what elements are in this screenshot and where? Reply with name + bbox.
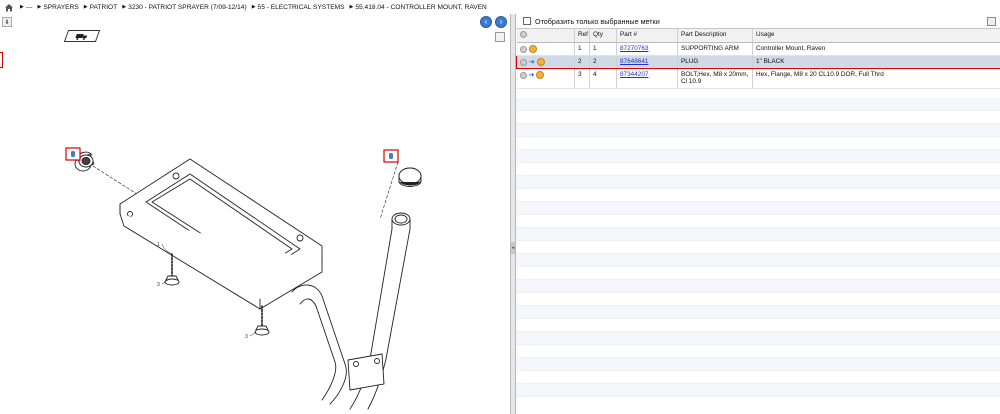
column-header-part[interactable]: Part # [616,29,678,43]
breadcrumb-arrow-icon: ▶ [37,4,42,10]
table-header-row: Ref Qty Part # Part Description Usage [516,29,1000,43]
home-icon[interactable] [4,3,14,12]
row-actions [516,42,575,56]
row-actions: ➜ [516,55,575,69]
empty-row [516,319,1000,332]
row-ref: 2 [574,55,590,69]
settings-circle-icon[interactable] [519,31,527,38]
empty-row [516,111,1000,124]
highlight-marker-icon[interactable] [383,149,399,163]
info-circle-icon[interactable] [520,58,527,66]
table-row-selected[interactable]: ➜ 2 2 87648641 PLUG 1" BLACK [516,55,1000,69]
favorite-icon[interactable] [536,58,545,66]
empty-row [516,202,1000,215]
show-selected-checkbox[interactable] [523,17,531,25]
empty-row [516,371,1000,384]
breadcrumb-arrow-icon: ▶ [20,4,24,10]
column-header-description[interactable]: Part Description [677,29,753,43]
row-qty: 4 [589,68,617,89]
parts-list-pane: Отобразить только выбранные метки Ref Qt… [516,14,1000,414]
bolt-part[interactable] [254,305,270,336]
collapse-handle-icon[interactable]: ◂ [511,242,515,254]
empty-row [516,358,1000,371]
breadcrumb-item[interactable]: ▶ --- [20,4,32,11]
empty-rows-area [516,98,1000,397]
plug-part[interactable] [398,167,422,187]
row-description: PLUG [677,55,753,69]
column-header-ref[interactable]: Ref [574,29,590,43]
breadcrumb-item[interactable]: ▶ SPRAYERS [37,4,78,11]
callout-label[interactable]: 3 [157,282,160,288]
highlight-marker-icon[interactable] [65,147,81,161]
column-header-qty[interactable]: Qty [589,29,617,43]
breadcrumb-item[interactable]: ▶ 55.418.04 - CONTROLLER MOUNT, RAVEN [350,4,487,11]
empty-row [516,345,1000,358]
filter-bar: Отобразить только выбранные метки [516,14,1000,29]
part-number-link[interactable]: 87270763 [620,45,648,52]
empty-row [516,150,1000,163]
callout-label[interactable]: 1 [157,242,160,248]
empty-row [516,267,1000,280]
info-circle-icon[interactable] [519,71,527,79]
favorite-icon[interactable] [536,71,545,79]
cart-arrow-icon[interactable]: ➜ [529,72,535,79]
row-qty: 1 [589,42,617,56]
empty-row [516,124,1000,137]
row-actions: ➜ [516,68,575,89]
favorite-icon[interactable] [528,45,537,53]
empty-row [516,384,1000,397]
empty-row [516,189,1000,202]
empty-row [516,215,1000,228]
supporting-arm-bracket[interactable] [119,158,323,310]
parts-table: Ref Qty Part # Part Description Usage 1 … [516,29,1000,89]
exploded-parts-drawing: 1 3 3 [65,147,422,410]
empty-row [516,241,1000,254]
breadcrumb-arrow-icon: ▶ [349,4,354,10]
empty-row [516,98,1000,111]
cart-arrow-icon[interactable]: ➜ [529,59,535,66]
column-header-actions [516,29,575,43]
empty-row [516,254,1000,267]
row-description: BOLT,Hex, M8 x 20mm, Cl 10.9 [677,68,753,89]
empty-row [516,306,1000,319]
row-ref: 1 [574,42,590,56]
table-row[interactable]: ➜ 3 4 87344207 BOLT,Hex, M8 x 20mm, Cl 1… [516,68,1000,89]
row-usage: Controller Mount, Raven [752,42,1000,56]
breadcrumb-item[interactable]: ▶ 3230 - PATRIOT SPRAYER (7/09-12/14) [122,4,246,11]
empty-row [516,163,1000,176]
export-button[interactable] [987,17,996,26]
part-number-link[interactable]: 87648641 [620,58,648,65]
row-description: SUPPORTING ARM [677,42,753,56]
part-number-link[interactable]: 87344207 [620,71,648,78]
empty-row [516,293,1000,306]
callout-label[interactable]: 3 [245,334,248,340]
breadcrumb-arrow-icon: ▶ [251,4,256,10]
table-row[interactable]: 1 1 87270763 SUPPORTING ARM Controller M… [516,42,1000,56]
empty-row [516,280,1000,293]
diagram-pane: ⬇ ‹ › 1 3 3 [0,14,510,414]
info-circle-icon[interactable] [519,45,527,53]
empty-row [516,228,1000,241]
show-selected-label: Отобразить только выбранные метки [535,16,660,26]
breadcrumb-arrow-icon: ▶ [83,4,88,10]
row-usage: 1" BLACK [752,55,1000,69]
breadcrumb-arrow-icon: ▶ [122,4,127,10]
row-usage: Hex, Flange, M8 x 20 CL10.9 DOR, Full Th… [752,68,1000,89]
empty-row [516,176,1000,189]
empty-row [516,332,1000,345]
row-qty: 2 [589,55,617,69]
row-ref: 3 [574,68,590,89]
breadcrumb-item[interactable]: ▶ PATRIOT [84,4,117,11]
column-header-usage[interactable]: Usage [752,29,1000,43]
empty-row [516,137,1000,150]
breadcrumb: ▶ --- ▶ SPRAYERS ▶ PATRIOT ▶ 3230 - PATRIOT … [0,0,1000,14]
breadcrumb-item[interactable]: ▶ 55 - ELECTRICAL SYSTEMS [252,4,345,11]
